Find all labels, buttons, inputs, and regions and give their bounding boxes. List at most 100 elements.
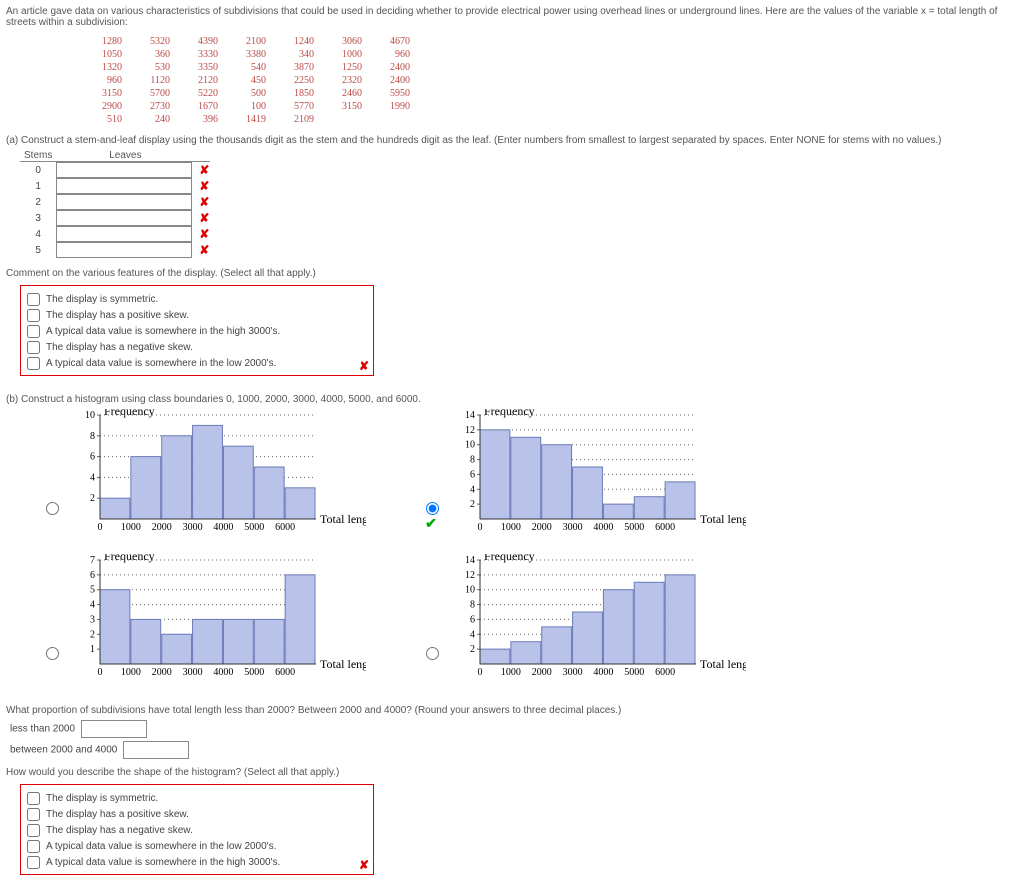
data-cell: 5950 <box>366 88 412 99</box>
svg-text:Frequency: Frequency <box>484 554 535 563</box>
svg-text:Total length: Total length <box>320 657 366 671</box>
part-a-prompt: (a) Construct a stem-and-leaf display us… <box>6 135 1018 146</box>
checkbox[interactable] <box>27 808 40 821</box>
checkbox[interactable] <box>27 792 40 805</box>
data-cell: 1000 <box>318 49 364 60</box>
svg-text:4000: 4000 <box>213 667 233 678</box>
checkbox[interactable] <box>27 824 40 837</box>
data-cell: 340 <box>270 49 316 60</box>
histogram-radio[interactable] <box>46 647 59 660</box>
data-cell: 500 <box>222 88 268 99</box>
svg-text:4: 4 <box>90 472 95 483</box>
proportion-lt-label: less than 2000 <box>10 724 75 735</box>
x-icon: ✘ <box>195 179 209 193</box>
svg-text:2: 2 <box>90 629 95 640</box>
histogram-option: Frequency1234567010002000300040005000600… <box>36 554 416 687</box>
data-cell: 2320 <box>318 75 364 86</box>
checkbox[interactable] <box>27 357 40 370</box>
stem-value: 5 <box>20 242 56 258</box>
data-cell: 3870 <box>270 62 316 73</box>
proportion-bt-input[interactable] <box>123 741 189 759</box>
svg-text:2000: 2000 <box>532 522 552 533</box>
svg-text:6000: 6000 <box>655 667 675 678</box>
data-cell: 396 <box>174 114 220 125</box>
leaf-input[interactable] <box>56 194 192 210</box>
data-cell: 1850 <box>270 88 316 99</box>
checkbox-row: The display has a negative skew. <box>27 341 367 354</box>
proportion-bt-label: between 2000 and 4000 <box>10 745 117 756</box>
histogram-radio[interactable] <box>426 502 439 515</box>
data-cell: 5320 <box>126 36 172 47</box>
data-cell <box>318 114 364 125</box>
data-cell: 1050 <box>78 49 124 60</box>
svg-text:6000: 6000 <box>275 522 295 533</box>
checkbox-row: The display has a negative skew. <box>27 824 367 837</box>
checkbox[interactable] <box>27 325 40 338</box>
svg-text:8: 8 <box>90 431 95 442</box>
data-cell: 2900 <box>78 101 124 112</box>
svg-text:8: 8 <box>470 455 475 466</box>
data-cell: 1670 <box>174 101 220 112</box>
svg-text:1000: 1000 <box>121 522 141 533</box>
svg-text:5000: 5000 <box>624 667 644 678</box>
proportion-row-bt: between 2000 and 4000 <box>10 741 1018 759</box>
svg-text:4000: 4000 <box>593 522 613 533</box>
checkbox-block-a: The display is symmetric.The display has… <box>20 285 374 376</box>
data-cell: 2120 <box>174 75 220 86</box>
svg-text:3000: 3000 <box>563 667 583 678</box>
stem-value: 1 <box>20 178 56 194</box>
svg-text:10: 10 <box>85 410 95 421</box>
part-b-prompt: (b) Construct a histogram using class bo… <box>6 394 1018 405</box>
svg-text:10: 10 <box>465 585 475 596</box>
x-icon: ✘ <box>359 858 369 872</box>
data-cell: 2400 <box>366 75 412 86</box>
data-cell: 5700 <box>126 88 172 99</box>
data-cell: 1240 <box>270 36 316 47</box>
data-values-table: 1280532043902100124030604670105036033303… <box>76 34 414 127</box>
checkbox-row: The display has a positive skew. <box>27 309 367 322</box>
leaf-input[interactable] <box>56 210 192 226</box>
svg-text:4: 4 <box>470 629 475 640</box>
data-cell: 510 <box>78 114 124 125</box>
data-cell: 360 <box>126 49 172 60</box>
leaf-input[interactable] <box>56 242 192 258</box>
svg-text:6: 6 <box>470 469 475 480</box>
data-cell: 2250 <box>270 75 316 86</box>
svg-text:0: 0 <box>98 522 103 533</box>
histogram-chart: Frequency1234567010002000300040005000600… <box>66 554 366 687</box>
checkbox[interactable] <box>27 856 40 869</box>
svg-text:Total length: Total length <box>700 657 746 671</box>
checkbox[interactable] <box>27 840 40 853</box>
checkbox-label: The display has a positive skew. <box>46 809 189 820</box>
histogram-radio[interactable] <box>46 502 59 515</box>
svg-text:4000: 4000 <box>213 522 233 533</box>
svg-text:12: 12 <box>465 425 475 436</box>
svg-text:Frequency: Frequency <box>104 554 155 563</box>
intro-text: An article gave data on various characte… <box>6 6 1018 28</box>
checkbox-label: A typical data value is somewhere in the… <box>46 841 276 852</box>
checkbox-label: The display is symmetric. <box>46 793 158 804</box>
data-cell: 2730 <box>126 101 172 112</box>
leaf-input[interactable] <box>56 178 192 194</box>
x-icon: ✘ <box>195 211 209 225</box>
checkbox[interactable] <box>27 341 40 354</box>
leaf-input[interactable] <box>56 162 192 178</box>
checkbox[interactable] <box>27 293 40 306</box>
svg-text:6000: 6000 <box>655 522 675 533</box>
x-icon: ✘ <box>195 227 209 241</box>
proportion-lt-input[interactable] <box>81 720 147 738</box>
data-cell: 5770 <box>270 101 316 112</box>
checkbox[interactable] <box>27 309 40 322</box>
histogram-radio[interactable] <box>426 647 439 660</box>
histogram-chart: Frequency2468101214010002000300040005000… <box>446 409 746 542</box>
proportion-question: What proportion of subdivisions have tot… <box>6 705 1018 716</box>
data-cell: 1120 <box>126 75 172 86</box>
svg-text:7: 7 <box>90 555 95 566</box>
x-icon: ✘ <box>195 163 209 177</box>
leaf-input[interactable] <box>56 226 192 242</box>
checkbox-label: The display has a positive skew. <box>46 310 189 321</box>
data-cell: 3380 <box>222 49 268 60</box>
svg-text:Frequency: Frequency <box>484 409 535 418</box>
svg-text:8: 8 <box>470 600 475 611</box>
stem-value: 2 <box>20 194 56 210</box>
